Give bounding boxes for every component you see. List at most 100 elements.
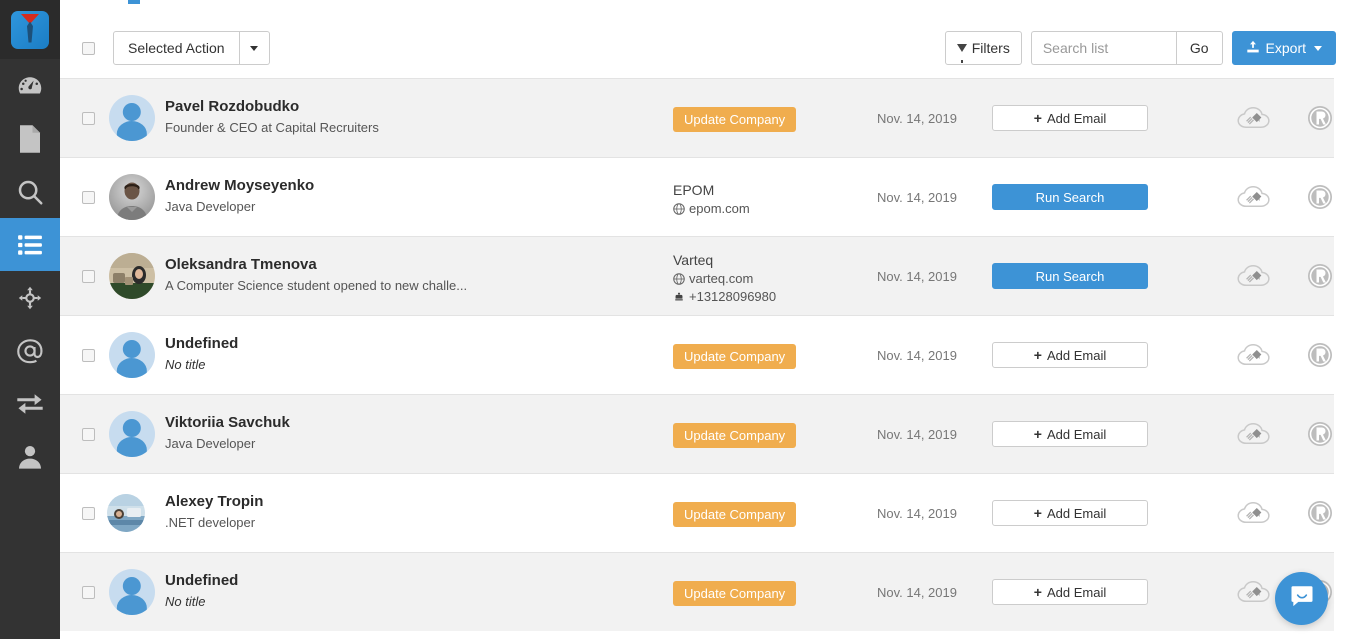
run-search-button[interactable]: Run Search xyxy=(992,184,1148,210)
sidebar-item-email[interactable] xyxy=(0,324,60,377)
avatar[interactable] xyxy=(109,411,155,457)
person-title: Java Developer xyxy=(165,436,256,451)
table-row[interactable]: Undefined No title Update Company Nov. 14, … xyxy=(60,315,1334,394)
recruiter-icon-button[interactable] xyxy=(1307,342,1333,373)
avatar[interactable] xyxy=(109,95,155,141)
company-phone[interactable]: +13128096980 xyxy=(673,288,863,306)
table-row[interactable]: Viktoriia Savchuk Java Developer Update Co… xyxy=(60,394,1334,473)
cloud-upload-icon-button[interactable] xyxy=(1236,421,1272,452)
row-checkbox[interactable] xyxy=(82,270,95,283)
company-website[interactable]: epom.com xyxy=(673,200,863,218)
add-email-button[interactable]: + Add Email xyxy=(992,105,1148,131)
recruiter-icon-button[interactable] xyxy=(1307,500,1333,531)
sidebar-item-dashboard[interactable] xyxy=(0,59,60,112)
plus-icon: + xyxy=(1033,584,1042,600)
cloud-upload-icon-button[interactable] xyxy=(1236,184,1272,215)
add-email-button[interactable]: + Add Email xyxy=(992,421,1148,447)
company-info: EPOM epom.com xyxy=(673,181,863,218)
search-input[interactable] xyxy=(1030,31,1176,65)
sidebar-item-account[interactable] xyxy=(0,430,60,483)
recruiter-icon-button[interactable] xyxy=(1307,184,1333,215)
search-go-button[interactable]: Go xyxy=(1175,31,1223,65)
row-date: Nov. 14, 2019 xyxy=(877,585,957,600)
row-date: Nov. 14, 2019 xyxy=(877,506,957,521)
person-name[interactable]: Oleksandra Tmenova xyxy=(165,255,645,275)
sidebar-item-lists[interactable] xyxy=(0,218,60,271)
row-checkbox[interactable] xyxy=(82,349,95,362)
recruiter-icon-button[interactable] xyxy=(1307,105,1333,136)
cloud-upload-icon-button[interactable] xyxy=(1236,579,1272,610)
update-company-button[interactable]: Update Company xyxy=(673,107,797,132)
person-title: No title xyxy=(165,594,206,609)
recruiter-r-icon xyxy=(1308,106,1332,130)
recruiter-icon-button[interactable] xyxy=(1307,263,1333,294)
sidebar-item-documents[interactable] xyxy=(0,112,60,165)
cloud-upload-icon-button[interactable] xyxy=(1236,105,1272,136)
person-name[interactable]: Undefined xyxy=(165,334,645,354)
person-info: Oleksandra Tmenova A Computer Science stu… xyxy=(165,255,645,296)
avatar[interactable] xyxy=(109,569,155,615)
person-name[interactable]: Andrew Moyseyenko xyxy=(165,176,645,196)
filters-button[interactable]: Filters xyxy=(944,31,1022,65)
run-search-button[interactable]: Run Search xyxy=(992,263,1148,289)
sidebar-item-transfers[interactable] xyxy=(0,377,60,430)
row-checkbox[interactable] xyxy=(82,586,95,599)
sidebar-item-integrations[interactable] xyxy=(0,271,60,324)
avatar[interactable] xyxy=(109,174,155,220)
avatar[interactable] xyxy=(107,494,145,532)
row-date: Nov. 14, 2019 xyxy=(877,269,957,284)
selected-action-dropdown-toggle[interactable] xyxy=(239,31,270,65)
avatar[interactable] xyxy=(109,253,155,299)
update-company-button[interactable]: Update Company xyxy=(673,344,797,369)
app-logo[interactable] xyxy=(0,0,60,59)
avatar[interactable] xyxy=(109,332,155,378)
row-checkbox[interactable] xyxy=(82,191,95,204)
add-email-label: Add Email xyxy=(1046,347,1107,363)
person-info: Viktoriia Savchuk Java Developer xyxy=(165,413,645,454)
table-row[interactable]: Alexey Tropin .NET developer Update Compan… xyxy=(60,473,1334,552)
globe-icon xyxy=(673,273,685,285)
recruiter-icon-button[interactable] xyxy=(1307,421,1333,452)
update-company-button[interactable]: Update Company xyxy=(673,502,797,527)
cloud-upload-icon-button[interactable] xyxy=(1236,500,1272,531)
avatar-placeholder xyxy=(109,411,155,457)
update-company-button[interactable]: Update Company xyxy=(673,581,797,606)
person-name[interactable]: Undefined xyxy=(165,571,645,591)
cloud-upload-icon-button[interactable] xyxy=(1236,263,1272,294)
cloud-upload-icon-button[interactable] xyxy=(1236,342,1272,373)
filters-label: Filters xyxy=(971,40,1010,56)
selected-action-button[interactable]: Selected Action xyxy=(113,31,240,65)
selected-action-group: Selected Action xyxy=(113,31,270,65)
intercom-launcher-button[interactable] xyxy=(1275,572,1328,625)
add-email-button[interactable]: + Add Email xyxy=(992,342,1148,368)
table-row[interactable]: Andrew Moyseyenko Java Developer EPOM epom.… xyxy=(60,157,1334,236)
export-label: Export xyxy=(1265,40,1306,56)
person-info: Alexey Tropin .NET developer xyxy=(165,492,645,533)
file-icon xyxy=(17,124,43,154)
update-company-button[interactable]: Update Company xyxy=(673,423,797,448)
company-website[interactable]: varteq.com xyxy=(673,270,863,288)
add-email-label: Add Email xyxy=(1046,110,1107,126)
row-checkbox[interactable] xyxy=(82,428,95,441)
person-info: Undefined No title xyxy=(165,334,645,375)
row-checkbox[interactable] xyxy=(82,507,95,520)
person-name[interactable]: Pavel Rozdobudko xyxy=(165,97,645,117)
table-row[interactable]: Pavel Rozdobudko Founder & CEO at Capital… xyxy=(60,78,1334,157)
avatar-placeholder xyxy=(109,332,155,378)
export-button[interactable]: Export xyxy=(1231,31,1336,65)
company-name: EPOM xyxy=(673,182,715,198)
add-email-button[interactable]: + Add Email xyxy=(992,500,1148,526)
table-row[interactable]: Oleksandra Tmenova A Computer Science stu… xyxy=(60,236,1334,315)
clipped-tab-indicator xyxy=(128,0,140,4)
sidebar-item-search[interactable] xyxy=(0,165,60,218)
plus-icon: + xyxy=(1033,347,1042,363)
add-email-label: Add Email xyxy=(1046,584,1107,600)
search-group: Go xyxy=(1030,31,1223,65)
person-name[interactable]: Viktoriia Savchuk xyxy=(165,413,645,433)
table-row[interactable]: Undefined No title Update Company Nov. 14, … xyxy=(60,552,1334,631)
person-name[interactable]: Alexey Tropin xyxy=(165,492,645,512)
select-all-checkbox[interactable] xyxy=(82,42,95,55)
search-icon xyxy=(15,177,45,207)
add-email-button[interactable]: + Add Email xyxy=(992,579,1148,605)
row-checkbox[interactable] xyxy=(82,112,95,125)
